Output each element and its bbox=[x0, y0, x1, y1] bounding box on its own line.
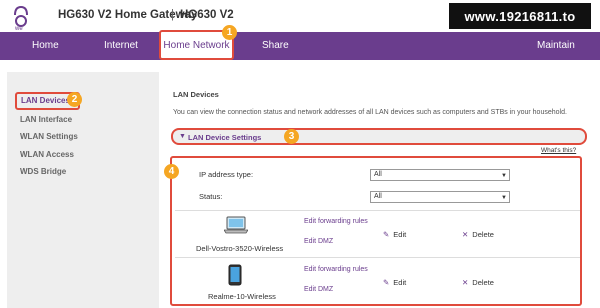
nav-internet[interactable]: Internet bbox=[104, 32, 138, 60]
ip-address-type-value: All bbox=[374, 171, 382, 178]
device-name: Realme-10-Wireless bbox=[208, 292, 276, 301]
main-content: LAN Devices You can view the connection … bbox=[164, 72, 600, 308]
step-badge-2: 2 bbox=[67, 92, 82, 107]
title-separator: | bbox=[171, 9, 174, 21]
main-nav: Home Internet Home Network Share Maintai… bbox=[0, 30, 600, 60]
edit-icon: ✎ bbox=[383, 278, 390, 287]
whats-this-link[interactable]: What's this? bbox=[541, 147, 576, 154]
delete-button[interactable]: ✕ Delete bbox=[462, 278, 494, 287]
lan-device-settings: IP address type: All ▼ Status: All ▼ Del… bbox=[170, 156, 582, 306]
delete-x-icon: ✕ bbox=[462, 230, 469, 239]
delete-button[interactable]: ✕ Delete bbox=[462, 230, 494, 239]
status-value: All bbox=[374, 193, 382, 200]
chevron-down-icon: ▼ bbox=[501, 195, 507, 201]
app-title: HG630 V2 Home Gateway bbox=[58, 9, 198, 21]
status-label: Status: bbox=[199, 192, 223, 201]
section-header[interactable]: ▼ LAN Device Settings bbox=[171, 128, 587, 145]
edit-icon: ✎ bbox=[383, 230, 390, 239]
delete-label: Delete bbox=[472, 278, 494, 287]
divider bbox=[175, 210, 580, 211]
sidebar-item-wds-bridge[interactable]: WDS Bridge bbox=[20, 167, 66, 176]
divider bbox=[175, 257, 580, 258]
step-badge-3: 3 bbox=[284, 129, 299, 144]
sidebar: LAN Devices LAN Interface WLAN Settings … bbox=[7, 72, 159, 308]
nav-share[interactable]: Share bbox=[262, 32, 289, 60]
header: we HG630 V2 Home Gateway | HG630 V2 www.… bbox=[0, 0, 600, 32]
edit-label: Edit bbox=[393, 278, 407, 287]
sidebar-item-wlan-settings[interactable]: WLAN Settings bbox=[20, 132, 78, 141]
ip-address-type-label: IP address type: bbox=[199, 170, 254, 179]
edit-button[interactable]: ✎ Edit bbox=[383, 278, 406, 287]
watermark: www.19216811.to bbox=[449, 3, 591, 29]
edit-forwarding-rules-link[interactable]: Edit forwarding rules bbox=[304, 266, 368, 273]
edit-dmz-link[interactable]: Edit DMZ bbox=[304, 238, 333, 245]
page-description: You can view the connection status and n… bbox=[173, 109, 567, 116]
laptop-icon bbox=[224, 216, 248, 234]
svg-text:we: we bbox=[14, 26, 23, 31]
sidebar-item-lan-interface[interactable]: LAN Interface bbox=[20, 115, 72, 124]
step-badge-1: 1 bbox=[222, 25, 237, 40]
we-logo-icon: we bbox=[14, 5, 28, 31]
chevron-down-icon: ▼ bbox=[501, 173, 507, 179]
device-name: Dell-Vostro-3520-Wireless bbox=[196, 244, 284, 253]
ip-address-type-select[interactable]: All ▼ bbox=[370, 169, 510, 181]
edit-button[interactable]: ✎ Edit bbox=[383, 230, 406, 239]
step-badge-4: 4 bbox=[164, 164, 179, 179]
edit-label: Edit bbox=[393, 230, 407, 239]
page-title: LAN Devices bbox=[173, 90, 219, 99]
section-label: LAN Device Settings bbox=[188, 133, 262, 142]
phone-icon bbox=[228, 264, 242, 286]
sidebar-item-wlan-access[interactable]: WLAN Access bbox=[20, 150, 74, 159]
edit-forwarding-rules-link[interactable]: Edit forwarding rules bbox=[304, 218, 368, 225]
edit-dmz-link[interactable]: Edit DMZ bbox=[304, 286, 333, 293]
delete-x-icon: ✕ bbox=[462, 278, 469, 287]
model-name: HG630 V2 bbox=[180, 9, 234, 21]
nav-home[interactable]: Home bbox=[32, 32, 59, 60]
collapse-arrow-icon: ▼ bbox=[179, 133, 186, 140]
delete-label: Delete bbox=[472, 230, 494, 239]
status-select[interactable]: All ▼ bbox=[370, 191, 510, 203]
nav-maintain[interactable]: Maintain bbox=[537, 32, 575, 60]
